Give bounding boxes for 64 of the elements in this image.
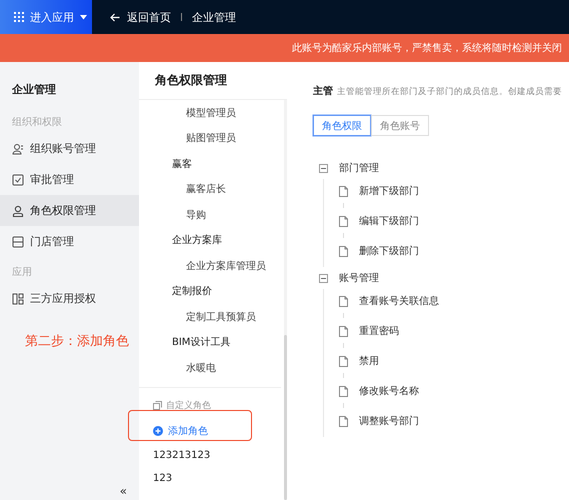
file-icon [339, 296, 348, 306]
role-group[interactable]: 赢客 [139, 151, 281, 176]
annotation-text: 第二步：添加角色 [24, 333, 130, 350]
role-group[interactable]: 定制报价 [139, 278, 281, 304]
page-title: 企业管理 [192, 10, 236, 24]
person-icon [12, 204, 24, 216]
add-role-button[interactable]: 添加角色 [153, 418, 208, 444]
file-icon [339, 186, 348, 196]
role-item[interactable]: 水暖电 [139, 355, 281, 380]
tree-node[interactable]: 账号管理 [339, 271, 379, 285]
store-icon [12, 236, 24, 248]
role-name: 主管 [313, 84, 333, 98]
people-icon [12, 142, 24, 154]
tree-leaf[interactable]: 禁用 [359, 354, 379, 368]
file-icon [339, 216, 348, 226]
caret-icon [80, 14, 87, 20]
role-item[interactable]: 定制工具预算员 [139, 304, 281, 330]
scrollbar[interactable] [284, 100, 287, 500]
back-arrow-icon [110, 12, 120, 22]
role-description: 主管能管理所在部门及子部门的成员信息。创建成员需要 [337, 86, 562, 98]
tree-node[interactable]: 部门管理 [339, 161, 379, 175]
sidebar-item[interactable]: 三方应用授权 [0, 283, 139, 314]
role-group[interactable]: 企业方案库 [139, 228, 281, 253]
tree-leaf[interactable]: 新增下级部门 [359, 184, 419, 198]
back-link[interactable]: 返回首页 [110, 10, 171, 24]
section-label: 应用 [11, 266, 33, 280]
plus-circle-icon [153, 426, 163, 436]
sidebar-item[interactable]: 门店管理 [0, 226, 139, 257]
sidebar-item[interactable]: 角色权限管理 [0, 195, 139, 226]
collapse-button[interactable]: « [120, 484, 127, 498]
file-icon [339, 246, 348, 256]
role-item[interactable]: 赢客店长 [139, 176, 281, 202]
section-label: 自定义角色 [166, 400, 211, 412]
tree-leaf[interactable]: 查看账号关联信息 [359, 294, 439, 308]
file-icon [339, 326, 348, 336]
sidebar-title: 企业管理 [11, 82, 57, 98]
apps-icon [12, 292, 24, 304]
checkbox-icon [12, 174, 24, 186]
sidebar-item[interactable]: 组织账号管理 [0, 133, 139, 164]
file-icon [339, 416, 348, 426]
tab[interactable]: 角色账号 [371, 115, 429, 136]
copy-icon [153, 401, 162, 410]
warning-banner-text: 此账号为酷家乐内部账号，严禁售卖，系统将随时检测并关闭 [292, 42, 562, 55]
tree-leaf[interactable]: 修改账号名称 [359, 384, 419, 398]
role-group[interactable]: BIM设计工具 [139, 330, 281, 355]
role-item[interactable]: 导购 [139, 202, 281, 228]
role-item[interactable]: 企业方案库管理员 [139, 253, 281, 278]
tree-leaf[interactable]: 调整账号部门 [359, 414, 419, 428]
tree-leaf[interactable]: 重置密码 [359, 324, 399, 338]
scrollbar-thumb[interactable] [284, 335, 287, 500]
role-item[interactable]: 123213123 [153, 444, 283, 466]
file-icon [339, 386, 348, 396]
tree-leaf[interactable]: 编辑下级部门 [359, 214, 419, 228]
file-icon [339, 356, 348, 366]
tab[interactable]: 角色权限 [313, 115, 371, 136]
app-menu-button[interactable]: 进入应用 [0, 0, 92, 34]
panel-title: 角色权限管理 [139, 62, 287, 100]
sidebar-item[interactable]: 审批管理 [0, 164, 139, 195]
grid-icon [14, 12, 24, 22]
section-label: 组织和权限 [11, 116, 63, 130]
tree-leaf[interactable]: 删除下级部门 [359, 244, 419, 258]
role-item[interactable]: 123 [153, 466, 283, 490]
role-item[interactable]: 模型管理员 [139, 100, 281, 126]
role-item[interactable]: 贴图管理员 [139, 126, 281, 151]
